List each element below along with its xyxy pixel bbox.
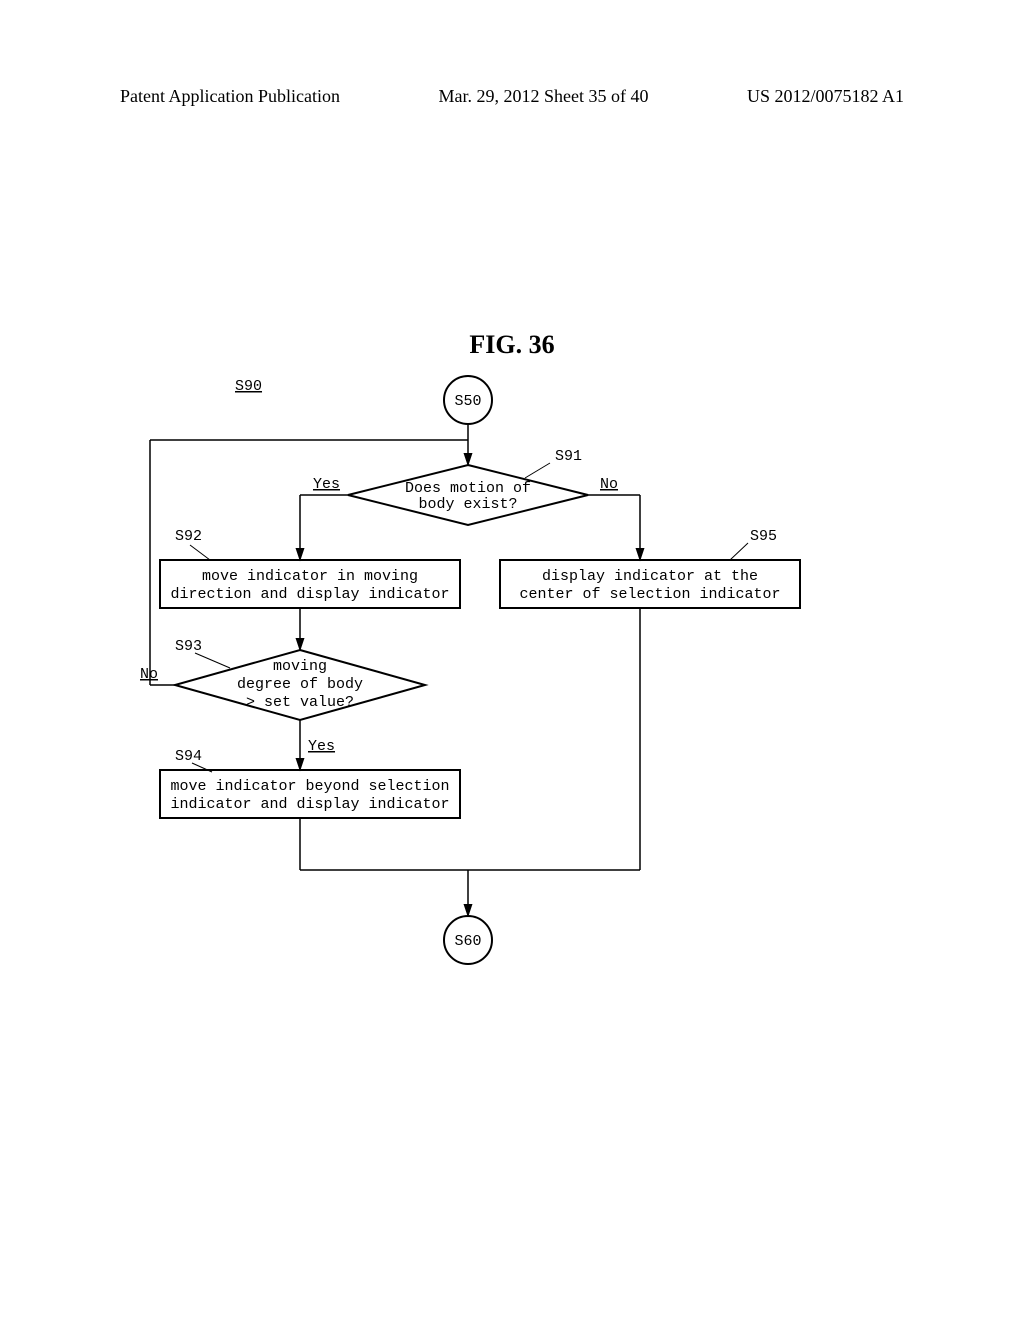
process-move-direction-id: S92 — [175, 528, 202, 545]
process-move-beyond-text2: indicator and display indicator — [170, 796, 449, 813]
decision-motion-id: S91 — [555, 448, 582, 465]
header-left: Patent Application Publication — [120, 86, 340, 107]
decision-degree-text2: degree of body — [237, 676, 363, 693]
figure-title: FIG. 36 — [0, 330, 1024, 360]
flowchart: S90 S50 Does motion of body exist? S91 Y… — [130, 370, 890, 980]
process-move-direction-text1: move indicator in moving — [202, 568, 418, 585]
decision-motion-text1: Does motion of — [405, 480, 531, 497]
header-mid: Mar. 29, 2012 Sheet 35 of 40 — [438, 86, 648, 107]
connector-start-label: S50 — [454, 393, 481, 410]
decision-degree-text3: > set value? — [246, 694, 354, 711]
process-display-center-text2: center of selection indicator — [519, 586, 780, 603]
process-move-direction-text2: direction and display indicator — [170, 586, 449, 603]
process-display-center-id: S95 — [750, 528, 777, 545]
decision-degree-id: S93 — [175, 638, 202, 655]
process-move-beyond-text1: move indicator beyond selection — [170, 778, 449, 795]
decision-motion-text2: body exist? — [418, 496, 517, 513]
decision-degree-no: No — [140, 666, 158, 683]
connector-end-label: S60 — [454, 933, 481, 950]
decision-motion-yes: Yes — [313, 476, 340, 493]
decision-degree-text1: moving — [273, 658, 327, 675]
process-move-beyond-id: S94 — [175, 748, 202, 765]
decision-motion-no: No — [600, 476, 618, 493]
decision-degree-yes: Yes — [308, 738, 335, 755]
process-display-center-text1: display indicator at the — [542, 568, 758, 585]
header-right: US 2012/0075182 A1 — [747, 86, 904, 107]
section-label: S90 — [235, 378, 262, 395]
page-header: Patent Application Publication Mar. 29, … — [0, 86, 1024, 107]
